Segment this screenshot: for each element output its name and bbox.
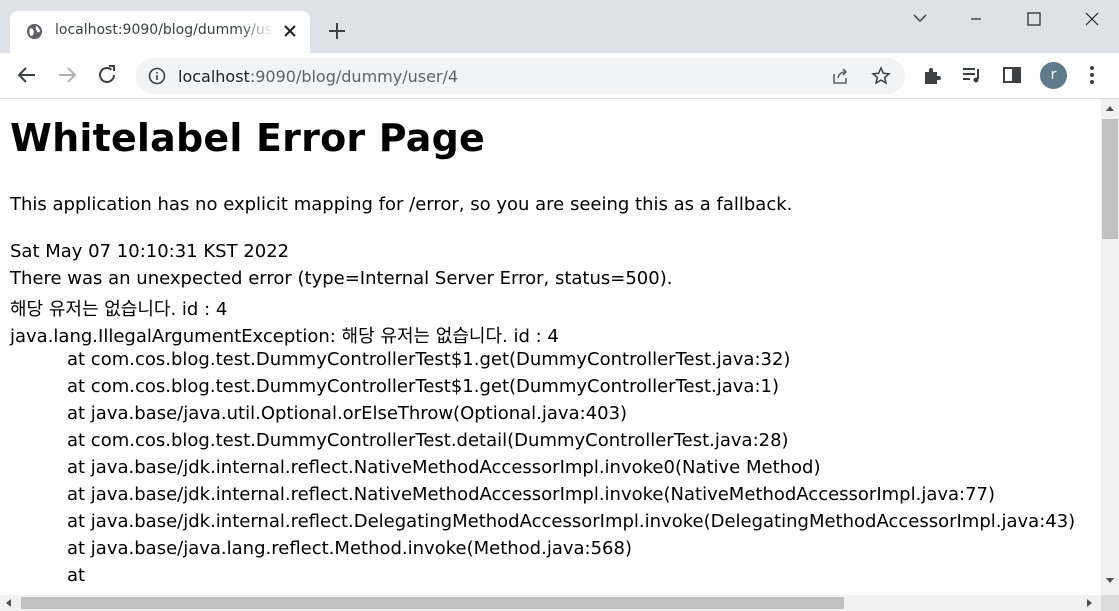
stack-trace-line: at java.base/jdk.internal.reflect.Delega… xyxy=(67,511,1076,532)
stack-trace-line: at com.cos.blog.test.DummyControllerTest… xyxy=(67,349,791,370)
tab-title: localhost:9090/blog/dummy/user/4 xyxy=(55,22,273,38)
back-icon[interactable] xyxy=(15,63,39,87)
minimize-icon[interactable] xyxy=(961,8,991,30)
stack-trace-line: at com.cos.blog.test.DummyControllerTest… xyxy=(67,376,779,397)
media-control-icon[interactable] xyxy=(960,63,984,87)
scroll-down-arrow-icon[interactable] xyxy=(1104,576,1116,586)
error-message: 해당 유저는 없습니다. id : 4 xyxy=(10,299,228,320)
url-text[interactable]: localhost:9090/blog/dummy/user/4 xyxy=(178,67,458,86)
stack-trace-line: at java.base/jdk.internal.reflect.Native… xyxy=(67,457,821,478)
scroll-left-arrow-icon[interactable] xyxy=(3,597,13,609)
menu-kebab-icon[interactable] xyxy=(1080,63,1104,87)
page-title: Whitelabel Error Page xyxy=(10,116,485,160)
error-description: This application has no explicit mapping… xyxy=(10,194,793,215)
url-path: :9090/blog/dummy/user/4 xyxy=(249,67,459,86)
tab-search-icon[interactable] xyxy=(905,8,935,30)
site-info-icon[interactable] xyxy=(148,67,166,85)
share-icon[interactable] xyxy=(830,66,850,86)
new-tab-icon[interactable] xyxy=(326,20,348,42)
browser-toolbar: localhost:9090/blog/dummy/user/4 r xyxy=(0,53,1119,99)
stack-trace-line: at xyxy=(67,565,86,586)
window-close-icon[interactable] xyxy=(1077,8,1107,30)
forward-icon[interactable] xyxy=(55,63,79,87)
stack-trace-line: at java.base/java.lang.reflect.Method.in… xyxy=(67,538,632,559)
extensions-icon[interactable] xyxy=(920,63,944,87)
globe-icon xyxy=(26,23,43,40)
bookmark-star-icon[interactable] xyxy=(871,66,891,86)
stack-trace-line: at com.cos.blog.test.DummyControllerTest… xyxy=(67,430,789,451)
stack-trace-line: at java.base/jdk.internal.reflect.Native… xyxy=(67,484,996,505)
url-host: localhost xyxy=(178,67,250,86)
scroll-right-arrow-icon[interactable] xyxy=(1085,597,1095,609)
maximize-icon[interactable] xyxy=(1019,8,1049,30)
side-panel-icon[interactable] xyxy=(1000,63,1024,87)
horizontal-scroll-thumb[interactable] xyxy=(21,597,844,609)
close-icon[interactable] xyxy=(282,23,298,39)
exception-line: java.lang.IllegalArgumentException: 해당 유… xyxy=(10,326,559,347)
stack-trace-line: at java.base/java.util.Optional.orElseTh… xyxy=(67,403,628,424)
reload-icon[interactable] xyxy=(95,63,119,87)
error-summary: There was an unexpected error (type=Inte… xyxy=(10,268,673,289)
error-timestamp: Sat May 07 10:10:31 KST 2022 xyxy=(10,241,290,262)
profile-avatar[interactable]: r xyxy=(1040,62,1067,89)
browser-tab[interactable]: localhost:9090/blog/dummy/user/4 xyxy=(10,11,310,53)
scroll-up-arrow-icon[interactable] xyxy=(1104,103,1116,113)
address-bar[interactable]: localhost:9090/blog/dummy/user/4 xyxy=(136,58,905,94)
vertical-scroll-thumb[interactable] xyxy=(1102,119,1118,239)
tab-strip: localhost:9090/blog/dummy/user/4 xyxy=(0,0,1119,53)
page-viewport: Whitelabel Error Page This application h… xyxy=(0,99,1101,595)
scrollbar-corner xyxy=(1101,595,1119,611)
